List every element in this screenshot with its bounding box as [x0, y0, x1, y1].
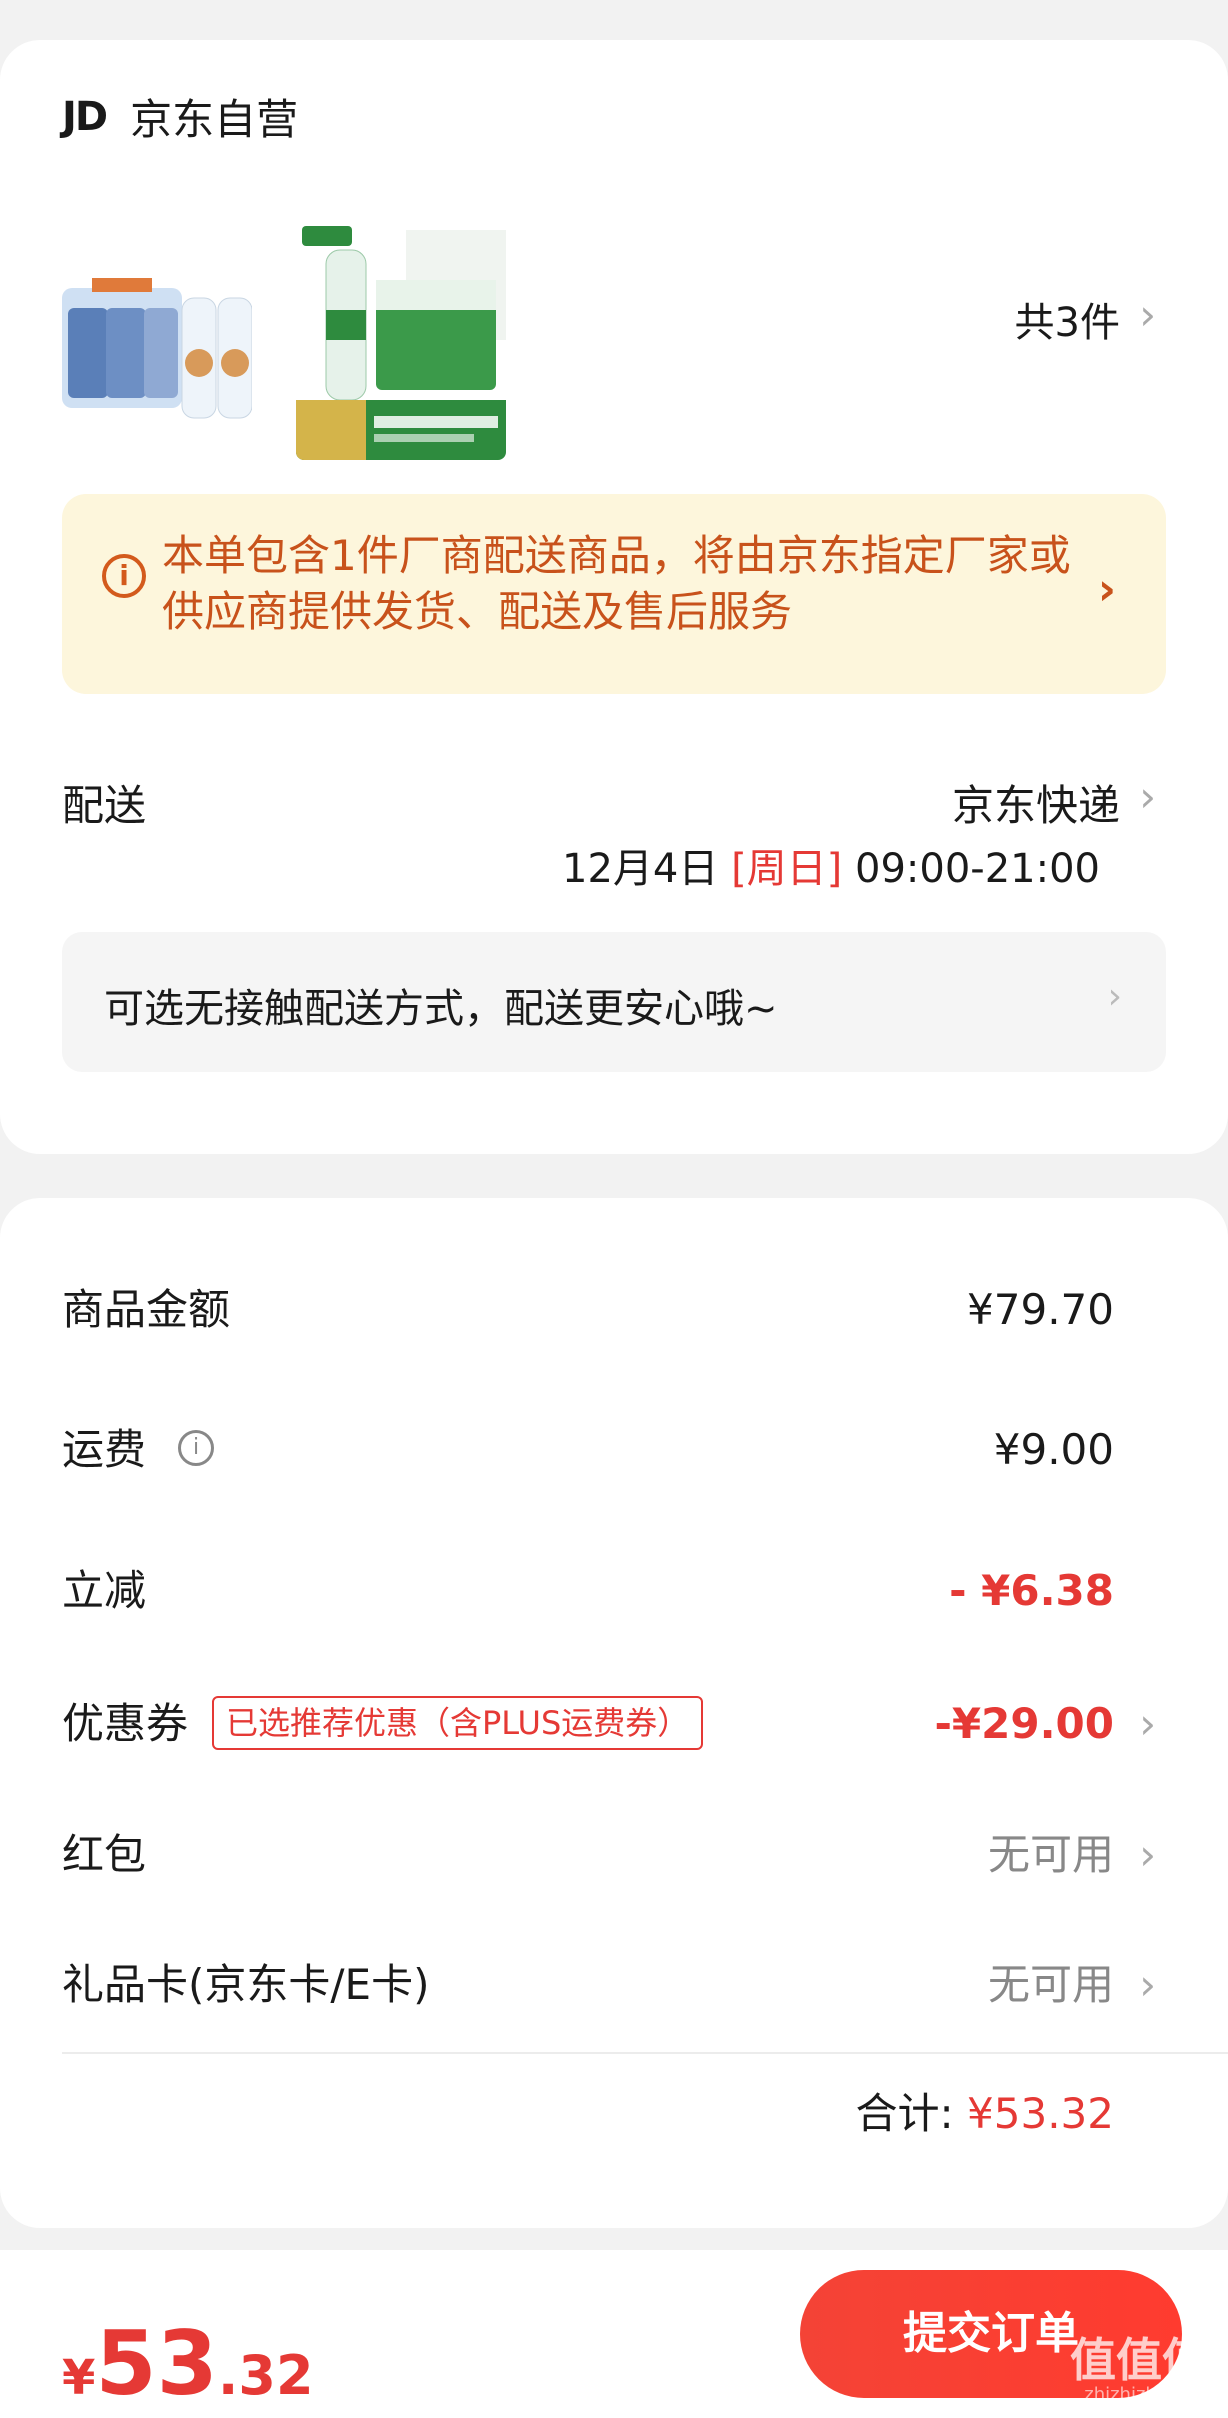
- delivery-day: [周日]: [731, 846, 843, 892]
- summary-row-discount: 立减 - ¥6.38: [62, 1551, 1114, 1631]
- goods-amount-value: ¥79.70: [967, 1285, 1114, 1334]
- shop-header: JD 京东自营: [62, 86, 298, 147]
- chevron-right-icon: ›: [1107, 976, 1122, 1017]
- total-label: 合计:: [855, 2089, 954, 2138]
- discount-label: 立减: [62, 1566, 147, 1615]
- contactless-delivery-option[interactable]: 可选无接触配送方式，配送更安心哦~ ›: [62, 932, 1166, 1072]
- product-thumbnail-water-case[interactable]: [296, 220, 506, 460]
- info-icon: i: [102, 554, 146, 598]
- watermark-logo: 值值值: [1070, 2333, 1208, 2387]
- chevron-right-icon: ›: [1139, 1830, 1156, 1879]
- redpacket-label: 红包: [62, 1830, 147, 1879]
- chevron-right-icon: ›: [1139, 1699, 1156, 1748]
- info-icon[interactable]: i: [178, 1430, 214, 1466]
- shipping-method[interactable]: 京东快递: [952, 772, 1120, 833]
- coupon-value: -¥29.00: [934, 1699, 1114, 1748]
- order-card: JD 京东自营 共3件 › i 本单包含1件厂商配送商品，将由京东指定厂家或供应…: [0, 40, 1228, 1154]
- summary-row-goods: 商品金额 ¥79.70: [62, 1270, 1114, 1350]
- shipping-label: 配送: [62, 781, 147, 830]
- bottom-action-bar: ¥53.32 提交订单 值值值 zhizhizhi.com: [0, 2250, 1228, 2418]
- pay-amount-integer: 53: [95, 2312, 218, 2415]
- delivery-window: 09:00-21:00: [855, 846, 1100, 892]
- chevron-right-icon[interactable]: ›: [1139, 290, 1156, 339]
- shop-name: 京东自营: [130, 95, 299, 144]
- pay-amount-decimal: .32: [217, 2344, 314, 2407]
- product-thumbnail-water-pack[interactable]: [62, 258, 252, 428]
- summary-row-redpacket[interactable]: 红包 无可用 ›: [62, 1815, 1156, 1895]
- discount-value: - ¥6.38: [949, 1566, 1114, 1615]
- summary-row-giftcard[interactable]: 礼品卡(京东卡/E卡) 无可用 ›: [62, 1945, 1156, 2025]
- watermark-url: zhizhizhi.com: [1084, 2384, 1206, 2405]
- goods-amount-label: 商品金额: [62, 1285, 231, 1334]
- freight-label: 运费: [62, 1425, 147, 1474]
- redpacket-value: 无可用: [987, 1830, 1114, 1879]
- coupon-label: 优惠券: [62, 1699, 189, 1748]
- total-value: ¥53.32: [967, 2089, 1114, 2138]
- chevron-right-icon: ›: [1097, 564, 1116, 615]
- divider: [62, 2052, 1228, 2054]
- notice-text: 本单包含1件厂商配送商品，将由京东指定厂家或供应商提供发货、配送及售后服务: [162, 531, 1071, 636]
- coupon-badge: 已选推荐优惠（含PLUS运费券）: [212, 1696, 704, 1750]
- summary-row-freight: 运费 i ¥9.00: [62, 1410, 1114, 1490]
- contactless-text: 可选无接触配送方式，配送更安心哦~: [104, 986, 778, 1032]
- giftcard-value: 无可用: [987, 1960, 1114, 2009]
- currency-symbol: ¥: [62, 2350, 96, 2406]
- delivery-date: 12月4日: [562, 846, 719, 892]
- order-total: 合计: ¥53.32: [856, 2080, 1114, 2141]
- pay-amount: ¥53.32: [62, 2312, 314, 2415]
- chevron-right-icon: ›: [1139, 1960, 1156, 2009]
- delivery-time[interactable]: 12月4日 [周日] 09:00-21:00: [562, 836, 1100, 894]
- chevron-right-icon[interactable]: ›: [1139, 772, 1156, 821]
- giftcard-label: 礼品卡(京东卡/E卡): [62, 1960, 430, 2009]
- freight-value: ¥9.00: [993, 1425, 1114, 1474]
- jd-logo: JD: [62, 93, 108, 140]
- summary-row-coupon[interactable]: 优惠券 已选推荐优惠（含PLUS运费券） -¥29.00 ›: [62, 1684, 1156, 1764]
- vendor-delivery-notice[interactable]: i 本单包含1件厂商配送商品，将由京东指定厂家或供应商提供发货、配送及售后服务 …: [62, 494, 1166, 694]
- item-count[interactable]: 共3件: [1015, 290, 1120, 348]
